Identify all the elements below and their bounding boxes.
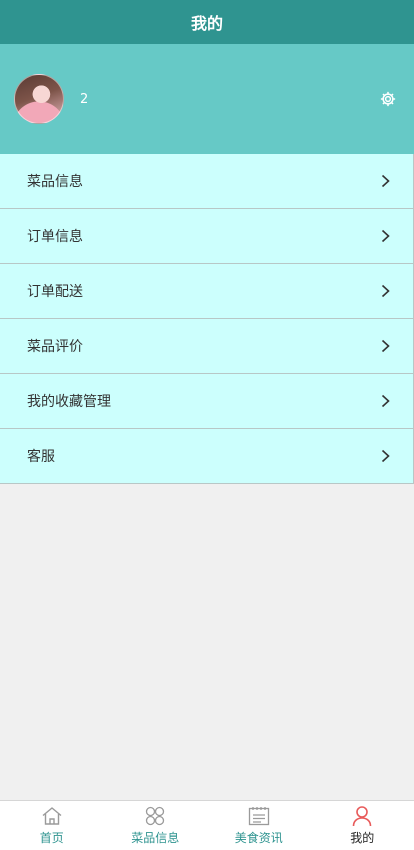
chevron-right-icon bbox=[381, 174, 391, 188]
chevron-right-icon bbox=[381, 339, 391, 353]
menu-item-label: 菜品信息 bbox=[27, 174, 83, 190]
tab-dish-info[interactable]: 菜品信息 bbox=[104, 801, 208, 850]
profile-panel: 2 bbox=[0, 44, 414, 154]
menu-item-favorites[interactable]: 我的收藏管理 bbox=[0, 374, 414, 429]
home-icon bbox=[41, 805, 63, 827]
page-title: 我的 bbox=[190, 14, 223, 33]
chevron-right-icon bbox=[381, 229, 391, 243]
menu-item-customer-service[interactable]: 客服 bbox=[0, 429, 414, 484]
chevron-right-icon bbox=[381, 449, 391, 463]
menu-item-dish-info[interactable]: 菜品信息 bbox=[0, 154, 414, 209]
tab-label: 菜品信息 bbox=[131, 831, 180, 845]
chevron-right-icon bbox=[381, 284, 391, 298]
menu-item-dish-review[interactable]: 菜品评价 bbox=[0, 319, 414, 374]
avatar[interactable] bbox=[14, 74, 64, 124]
page-header: 我的 bbox=[0, 0, 414, 44]
news-icon bbox=[248, 805, 270, 827]
tab-food-news[interactable]: 美食资讯 bbox=[207, 801, 311, 850]
menu-item-order-delivery[interactable]: 订单配送 bbox=[0, 264, 414, 319]
bottom-tab-bar: 首页 菜品信息 美食资讯 我的 bbox=[0, 800, 414, 850]
menu-list: 菜品信息 订单信息 订单配送 菜品评价 我的收藏管理 客服 bbox=[0, 154, 414, 484]
tab-home[interactable]: 首页 bbox=[0, 801, 104, 850]
chevron-right-icon bbox=[381, 394, 391, 408]
user-icon bbox=[351, 805, 373, 827]
tab-mine[interactable]: 我的 bbox=[311, 801, 414, 850]
menu-item-label: 客服 bbox=[27, 449, 55, 465]
tab-label: 我的 bbox=[350, 831, 375, 845]
menu-item-label: 订单信息 bbox=[27, 229, 83, 245]
menu-item-label: 菜品评价 bbox=[27, 339, 83, 355]
tab-label: 美食资讯 bbox=[234, 831, 283, 845]
username: 2 bbox=[80, 91, 89, 107]
settings-button[interactable] bbox=[378, 89, 398, 109]
menu-item-label: 我的收藏管理 bbox=[27, 394, 111, 410]
gear-icon bbox=[380, 91, 396, 107]
menu-item-order-info[interactable]: 订单信息 bbox=[0, 209, 414, 264]
tab-label: 首页 bbox=[39, 831, 64, 845]
grid-icon bbox=[144, 805, 166, 827]
menu-item-label: 订单配送 bbox=[27, 284, 83, 300]
